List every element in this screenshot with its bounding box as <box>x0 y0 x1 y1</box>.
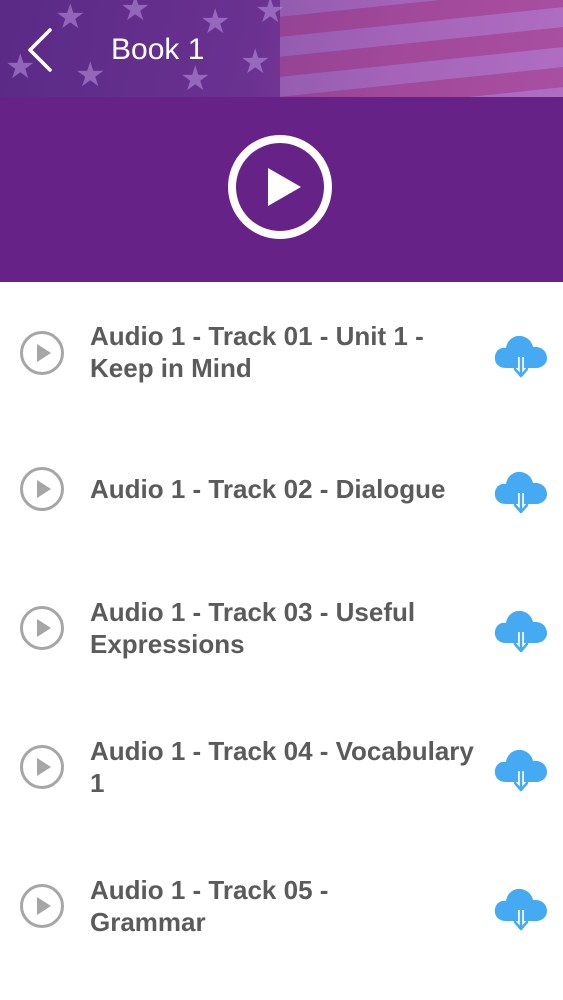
player-panel <box>0 97 563 282</box>
cloud-download-icon <box>494 610 547 653</box>
flag-background <box>280 0 563 97</box>
play-circle-outline-icon <box>20 606 64 650</box>
cloud-download-icon <box>494 888 547 931</box>
download-button[interactable] <box>492 883 550 933</box>
track-title: Audio 1 - Track 04 - Vocabulary 1 <box>90 736 474 798</box>
track-title: Audio 1 - Track 02 - Dialogue <box>90 474 446 504</box>
play-circle-icon <box>228 135 332 239</box>
header: ★ ★ ★ ★ ★ ★ ★ ★ Book 1 <box>0 0 563 97</box>
play-circle-outline-icon <box>20 884 64 928</box>
back-button[interactable] <box>22 26 62 74</box>
track-row[interactable]: Audio 1 - Track 04 - Vocabulary 1 <box>0 707 563 827</box>
track-title: Audio 1 - Track 03 - Useful Expressions <box>90 597 416 659</box>
star-icon: ★ <box>200 3 231 41</box>
track-play-button[interactable] <box>19 744 65 790</box>
play-circle-outline-icon <box>20 331 64 375</box>
download-button[interactable] <box>492 605 550 655</box>
star-icon: ★ <box>75 56 106 94</box>
download-button[interactable] <box>492 330 550 380</box>
play-all-button[interactable] <box>227 134 333 240</box>
track-row[interactable]: Audio 1 - Track 03 - Useful Expressions <box>0 568 563 688</box>
download-button[interactable] <box>492 744 550 794</box>
play-circle-outline-icon <box>20 745 64 789</box>
star-icon: ★ <box>120 0 151 28</box>
page-title: Book 1 <box>111 33 205 66</box>
cloud-download-icon <box>494 471 547 514</box>
track-row[interactable]: Audio 1 - Track 05 - Grammar <box>0 846 563 966</box>
download-button[interactable] <box>492 466 550 516</box>
cloud-download-icon <box>494 335 547 378</box>
star-icon: ★ <box>255 0 286 30</box>
track-play-button[interactable] <box>19 330 65 376</box>
cloud-download-icon <box>494 749 547 792</box>
star-icon: ★ <box>240 43 271 81</box>
track-title: Audio 1 - Track 05 - Grammar <box>90 875 329 937</box>
track-title: Audio 1 - Track 01 - Unit 1 - Keep in Mi… <box>90 321 424 383</box>
track-play-button[interactable] <box>19 883 65 929</box>
track-play-button[interactable] <box>19 466 65 512</box>
track-row[interactable]: Audio 1 - Track 01 - Unit 1 - Keep in Mi… <box>0 290 563 410</box>
chevron-left-icon <box>28 28 52 72</box>
track-play-button[interactable] <box>19 605 65 651</box>
play-circle-outline-icon <box>20 467 64 511</box>
track-row[interactable]: Audio 1 - Track 02 - Dialogue <box>0 429 563 549</box>
